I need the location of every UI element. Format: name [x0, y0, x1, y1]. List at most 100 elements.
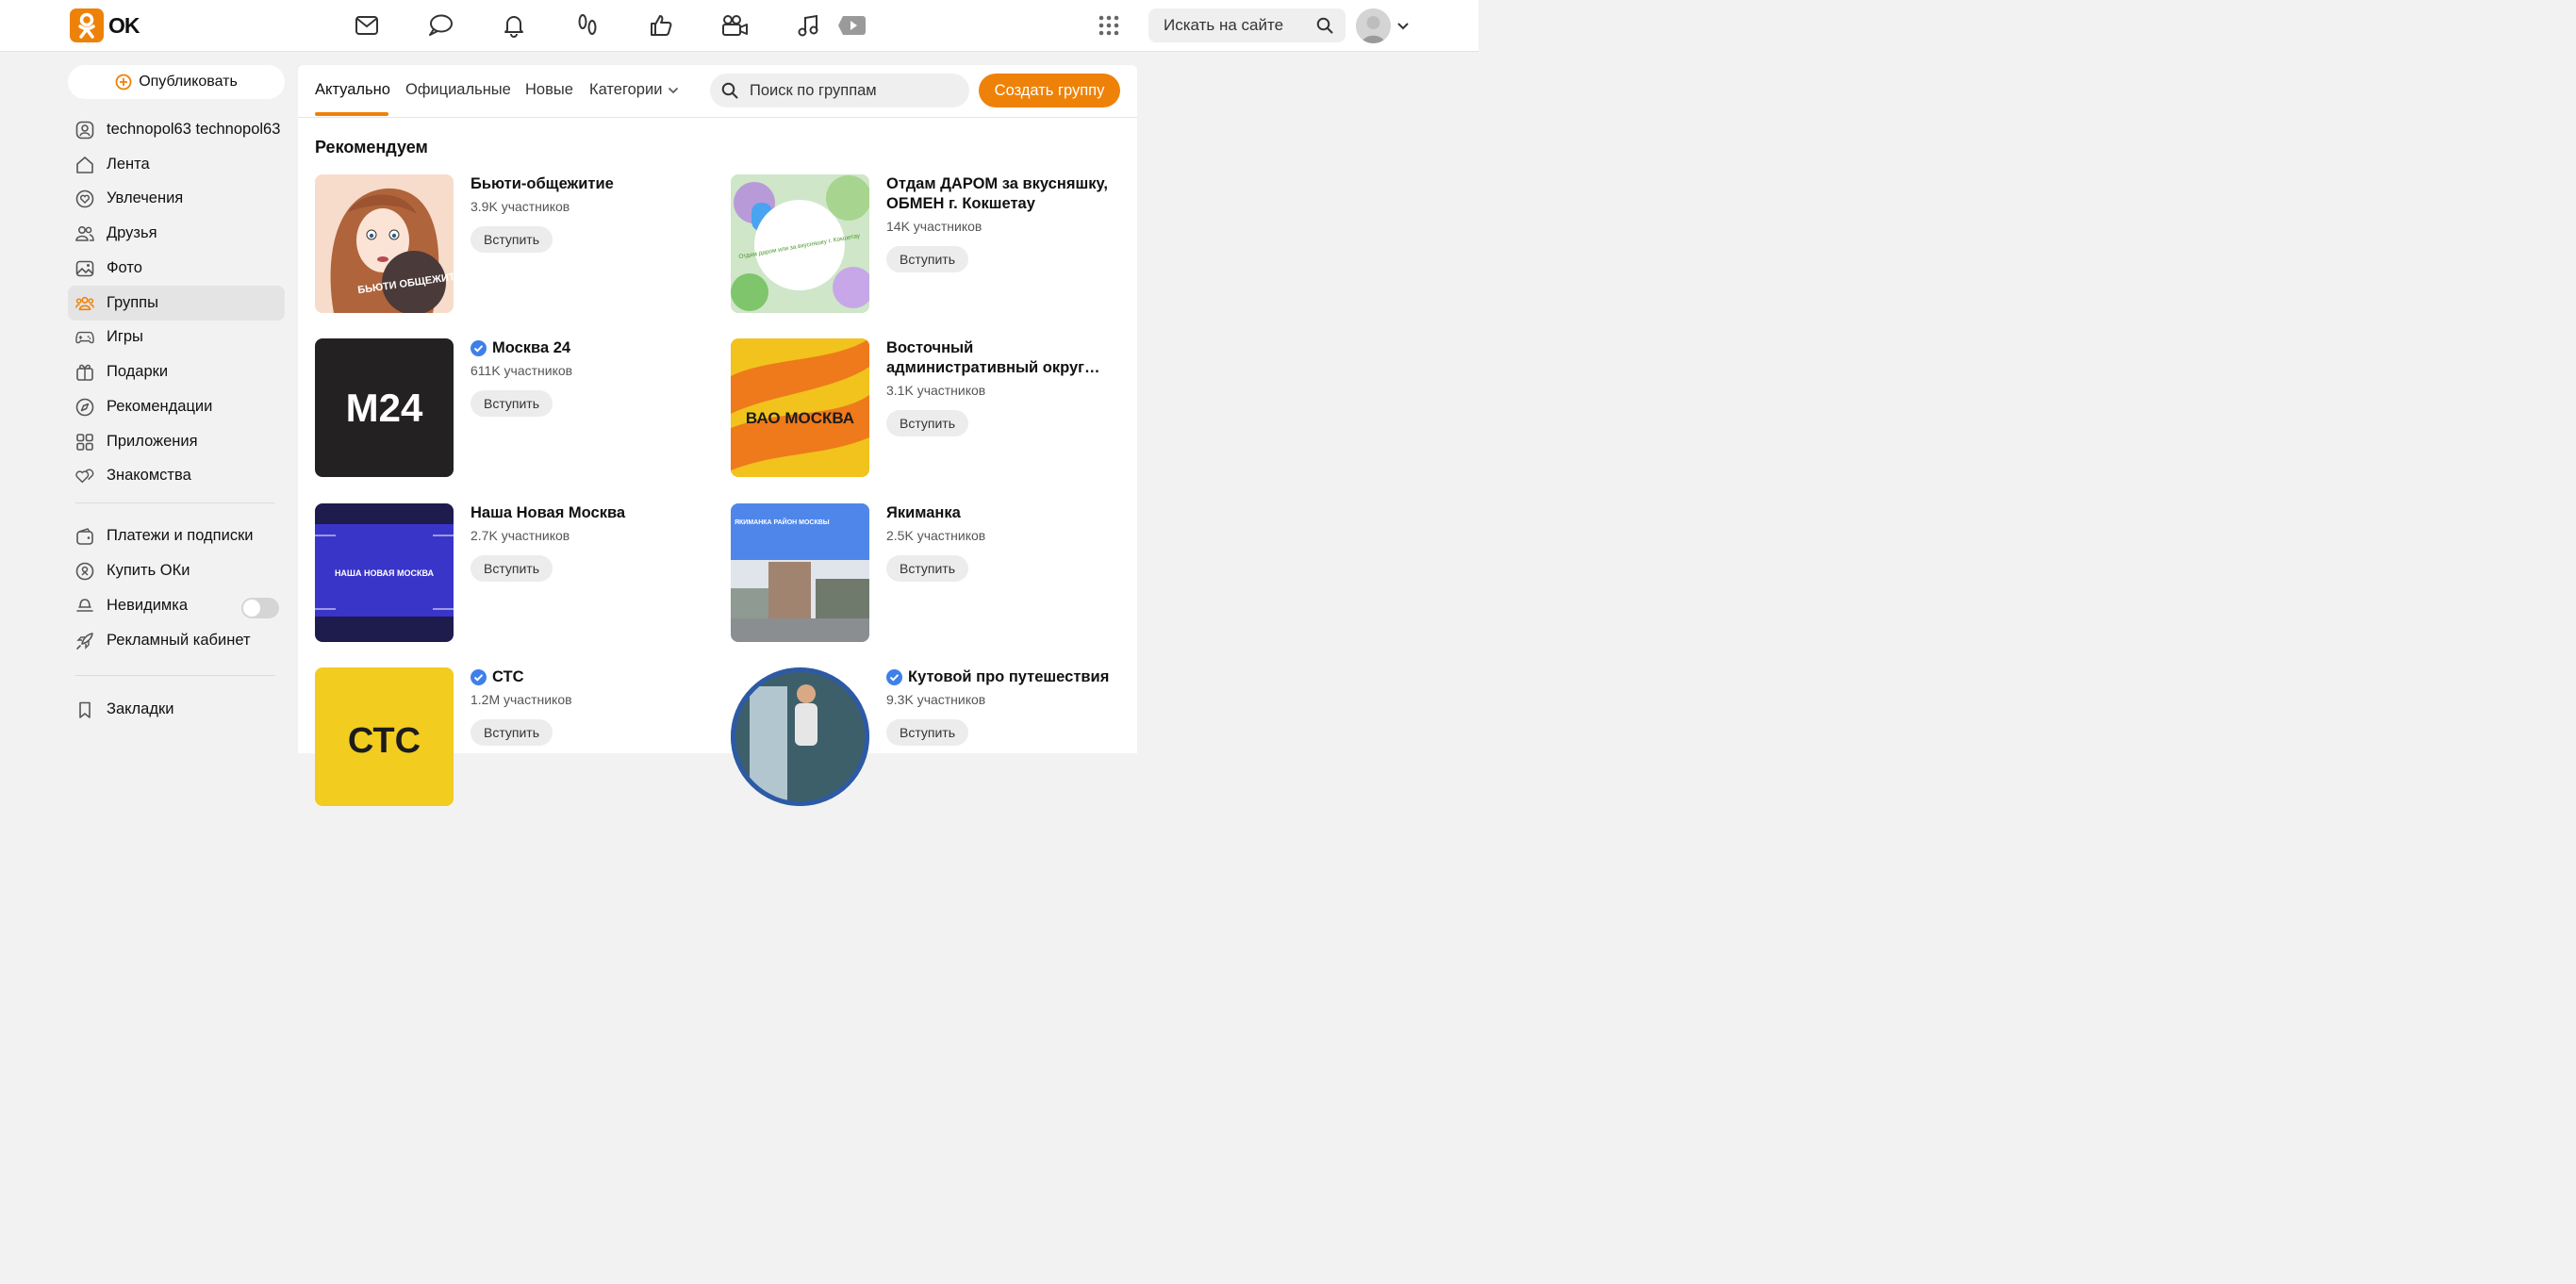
group-card: СТС СТС 1.2M участников Вступить	[315, 667, 711, 809]
sidebar-item-label: Фото	[107, 259, 142, 276]
group-thumbnail[interactable]: БЬЮТИ ОБЩЕЖИТИЕ	[315, 174, 454, 313]
coins-icon	[75, 562, 94, 581]
group-thumbnail[interactable]	[731, 667, 869, 806]
join-button[interactable]: Вступить	[471, 555, 553, 582]
search-icon[interactable]	[1316, 17, 1333, 39]
sidebar-item-hobbies[interactable]: Увлечения	[68, 181, 285, 216]
sidebar-item-label: Лента	[107, 156, 150, 173]
video-camera-icon[interactable]	[720, 11, 749, 40]
join-button[interactable]: Вступить	[471, 390, 553, 417]
group-info: Бьюти-общежитие 3.9K участников Вступить	[471, 174, 702, 253]
group-thumbnail[interactable]: Отдам даром или за вкусняшку г. Кокшетау	[731, 174, 869, 313]
sidebar-divider	[75, 502, 275, 503]
site-search-input[interactable]	[1162, 15, 1312, 36]
sidebar-item-games[interactable]: Игры	[68, 320, 285, 354]
group-name-text: Отдам ДАРОМ за вкусняшку, ОБМЕН г. Кокше…	[886, 175, 1108, 212]
group-search-input[interactable]	[748, 80, 959, 101]
tab-actual[interactable]: Актуально	[315, 81, 390, 99]
music-icon[interactable]	[794, 11, 822, 40]
join-button[interactable]: Вступить	[886, 246, 969, 272]
chevron-down-icon[interactable]	[1396, 19, 1410, 36]
sidebar-item-label: Знакомства	[107, 467, 191, 484]
sidebar-item-label: Подарки	[107, 363, 169, 380]
invisible-toggle[interactable]	[241, 598, 279, 618]
sidebar-item-label: Невидимка	[107, 597, 189, 614]
footprints-icon[interactable]	[573, 11, 602, 40]
group-name[interactable]: Москва 24	[471, 338, 702, 358]
group-name[interactable]: СТС	[471, 667, 702, 687]
group-info: Отдам ДАРОМ за вкусняшку, ОБМЕН г. Кокше…	[886, 174, 1117, 272]
top-bar: OK	[0, 0, 1478, 52]
sidebar-item-recommendations[interactable]: Рекомендации	[68, 389, 285, 424]
join-button[interactable]: Вступить	[886, 410, 969, 436]
chat-icon[interactable]	[426, 11, 454, 40]
video-play-icon[interactable]	[837, 11, 867, 40]
group-info: Москва 24 611K участников Вступить	[471, 338, 702, 417]
group-card: БЬЮТИ ОБЩЕЖИТИЕ Бьюти-общежитие 3.9K уча…	[315, 174, 711, 316]
tab-official[interactable]: Официальные	[405, 81, 511, 99]
group-member-count: 3.9K участников	[471, 199, 570, 214]
tab-new[interactable]: Новые	[525, 81, 573, 99]
groups-panel: Актуально Официальные Новые Категории Со…	[298, 65, 1137, 806]
group-thumbnail[interactable]: ЯКИМАНКА РАЙОН МОСКВЫ	[731, 503, 869, 642]
group-name[interactable]: Наша Новая Москва	[471, 503, 702, 523]
group-name-text: Кутовой про путешествия	[908, 668, 1110, 685]
wallet-icon	[75, 527, 94, 546]
sidebar-item-ads-cabinet[interactable]: Рекламный кабинет	[68, 623, 285, 658]
sidebar-item-photos[interactable]: Фото	[68, 251, 285, 286]
plus-circle-icon	[115, 74, 132, 91]
apps-icon	[75, 433, 94, 452]
join-button[interactable]: Вступить	[886, 555, 969, 582]
join-button[interactable]: Вступить	[471, 226, 553, 253]
group-card: ЯКИМАНКА РАЙОН МОСКВЫ Якиманка 2.5K учас…	[731, 503, 1127, 645]
sidebar-item-apps[interactable]: Приложения	[68, 424, 285, 459]
group-member-count: 1.2M участников	[471, 692, 572, 707]
group-info: СТС 1.2M участников Вступить	[471, 667, 702, 746]
like-icon[interactable]	[647, 11, 675, 40]
apps-grid-icon[interactable]	[1095, 11, 1123, 40]
join-button[interactable]: Вступить	[471, 719, 553, 746]
verified-icon	[471, 340, 487, 356]
ok-logo[interactable]: OK	[70, 8, 140, 42]
group-thumbnail[interactable]: ВАО МОСКВА	[731, 338, 869, 477]
sidebar-item-profile[interactable]: technopol63 technopol63	[68, 112, 285, 147]
bell-icon[interactable]	[500, 11, 528, 40]
user-icon	[75, 121, 94, 140]
sidebar-item-payments[interactable]: Платежи и подписки	[68, 519, 285, 553]
photo-icon	[75, 259, 94, 278]
site-search[interactable]	[1148, 8, 1346, 42]
group-thumbnail[interactable]: НАША НОВАЯ МОСКВА	[315, 503, 454, 642]
sidebar-item-friends[interactable]: Друзья	[68, 216, 285, 251]
sidebar-item-label: Приложения	[107, 433, 198, 450]
group-name[interactable]: Кутовой про путешествия	[886, 667, 1117, 687]
rocket-icon	[75, 632, 94, 650]
avatar[interactable]	[1356, 8, 1391, 43]
create-group-button[interactable]: Создать группу	[979, 74, 1120, 107]
group-search[interactable]	[710, 74, 969, 107]
group-name[interactable]: Отдам ДАРОМ за вкусняшку, ОБМЕН г. Кокше…	[886, 174, 1117, 214]
sidebar-item-dating[interactable]: Знакомства	[68, 458, 285, 493]
group-member-count: 14K участников	[886, 219, 983, 234]
sidebar-item-bookmarks[interactable]: Закладки	[68, 692, 285, 727]
group-thumbnail[interactable]: СТС	[315, 667, 454, 806]
active-tab-indicator	[315, 112, 388, 116]
sidebar-item-gifts[interactable]: Подарки	[68, 354, 285, 389]
publish-button[interactable]: Опубликовать	[68, 65, 285, 99]
group-name[interactable]: Восточный административный округ…	[886, 338, 1117, 378]
group-info: Кутовой про путешествия 9.3K участников …	[886, 667, 1117, 746]
group-thumbnail[interactable]: M24	[315, 338, 454, 477]
sidebar-item-buy-oki[interactable]: Купить ОКи	[68, 553, 285, 588]
verified-icon	[886, 669, 902, 685]
gamepad-icon	[75, 328, 94, 347]
tab-categories[interactable]: Категории	[589, 81, 679, 99]
group-name-text: Якиманка	[886, 504, 961, 521]
group-name[interactable]: Бьюти-общежитие	[471, 174, 702, 194]
join-button[interactable]: Вступить	[886, 719, 969, 746]
sidebar-item-feed[interactable]: Лента	[68, 147, 285, 182]
group-name[interactable]: Якиманка	[886, 503, 1117, 523]
tab-categories-label: Категории	[589, 81, 663, 98]
sidebar-item-groups[interactable]: Группы	[68, 286, 285, 321]
chevron-down-icon	[668, 87, 679, 94]
group-info: Восточный административный округ… 3.1K у…	[886, 338, 1117, 436]
mail-icon[interactable]	[353, 11, 381, 40]
